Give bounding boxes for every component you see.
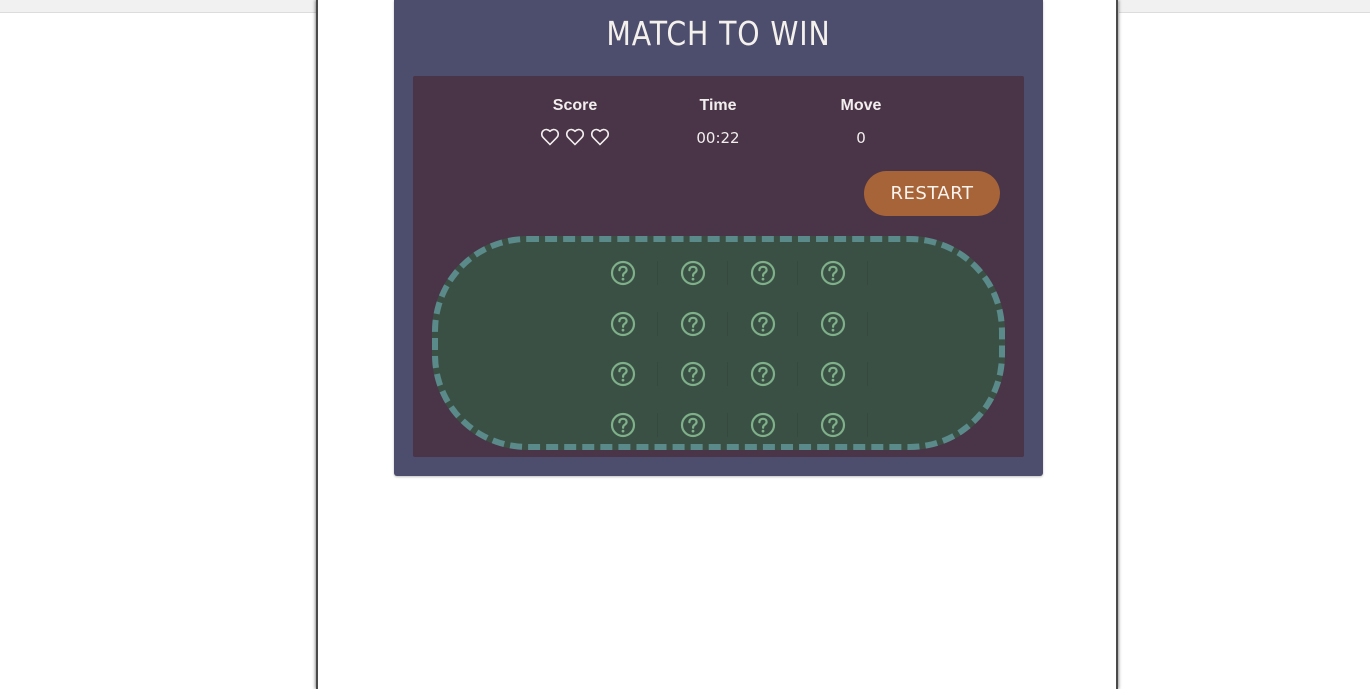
question-icon [820, 361, 846, 387]
restart-button[interactable]: RESTART [864, 171, 1000, 216]
question-icon [820, 311, 846, 337]
question-icon [750, 260, 776, 286]
game-title: MATCH TO WIN [606, 14, 831, 53]
memory-card[interactable] [663, 302, 728, 346]
time-stat: Time 00:22 [658, 96, 778, 148]
question-icon [680, 311, 706, 337]
memory-card[interactable] [803, 352, 868, 396]
game-container: MATCH TO WIN Score Time 00:22 Move 0 RES… [394, 0, 1043, 476]
question-icon [680, 361, 706, 387]
time-label: Time [699, 97, 737, 114]
memory-card[interactable] [593, 403, 658, 447]
question-icon [680, 412, 706, 438]
question-icon [610, 361, 636, 387]
memory-card[interactable] [803, 302, 868, 346]
memory-card[interactable] [733, 403, 798, 447]
score-stat: Score [515, 96, 635, 147]
question-icon [820, 412, 846, 438]
move-stat: Move 0 [801, 96, 921, 148]
memory-card[interactable] [663, 352, 728, 396]
question-icon [610, 412, 636, 438]
memory-card[interactable] [663, 403, 728, 447]
move-label: Move [840, 97, 882, 114]
question-icon [610, 311, 636, 337]
memory-card[interactable] [733, 352, 798, 396]
memory-card[interactable] [593, 251, 658, 295]
heart-icon [565, 127, 585, 147]
question-icon [820, 260, 846, 286]
lives-hearts [515, 127, 635, 147]
memory-card[interactable] [733, 251, 798, 295]
question-icon [750, 311, 776, 337]
memory-card[interactable] [593, 302, 658, 346]
memory-card[interactable] [803, 403, 868, 447]
memory-card[interactable] [733, 302, 798, 346]
memory-card[interactable] [663, 251, 728, 295]
heart-icon [590, 127, 610, 147]
game-panel: Score Time 00:22 Move 0 RESTART [413, 76, 1024, 457]
question-icon [610, 260, 636, 286]
heart-icon [540, 127, 560, 147]
question-icon [680, 260, 706, 286]
outer-left-band [0, 0, 318, 13]
move-value: 0 [856, 129, 866, 147]
memory-card[interactable] [593, 352, 658, 396]
card-deck [432, 236, 1005, 450]
question-icon [750, 412, 776, 438]
outer-right-band [1119, 0, 1370, 13]
question-icon [750, 361, 776, 387]
score-label: Score [552, 97, 598, 114]
time-value: 00:22 [696, 129, 740, 147]
memory-card[interactable] [803, 251, 868, 295]
